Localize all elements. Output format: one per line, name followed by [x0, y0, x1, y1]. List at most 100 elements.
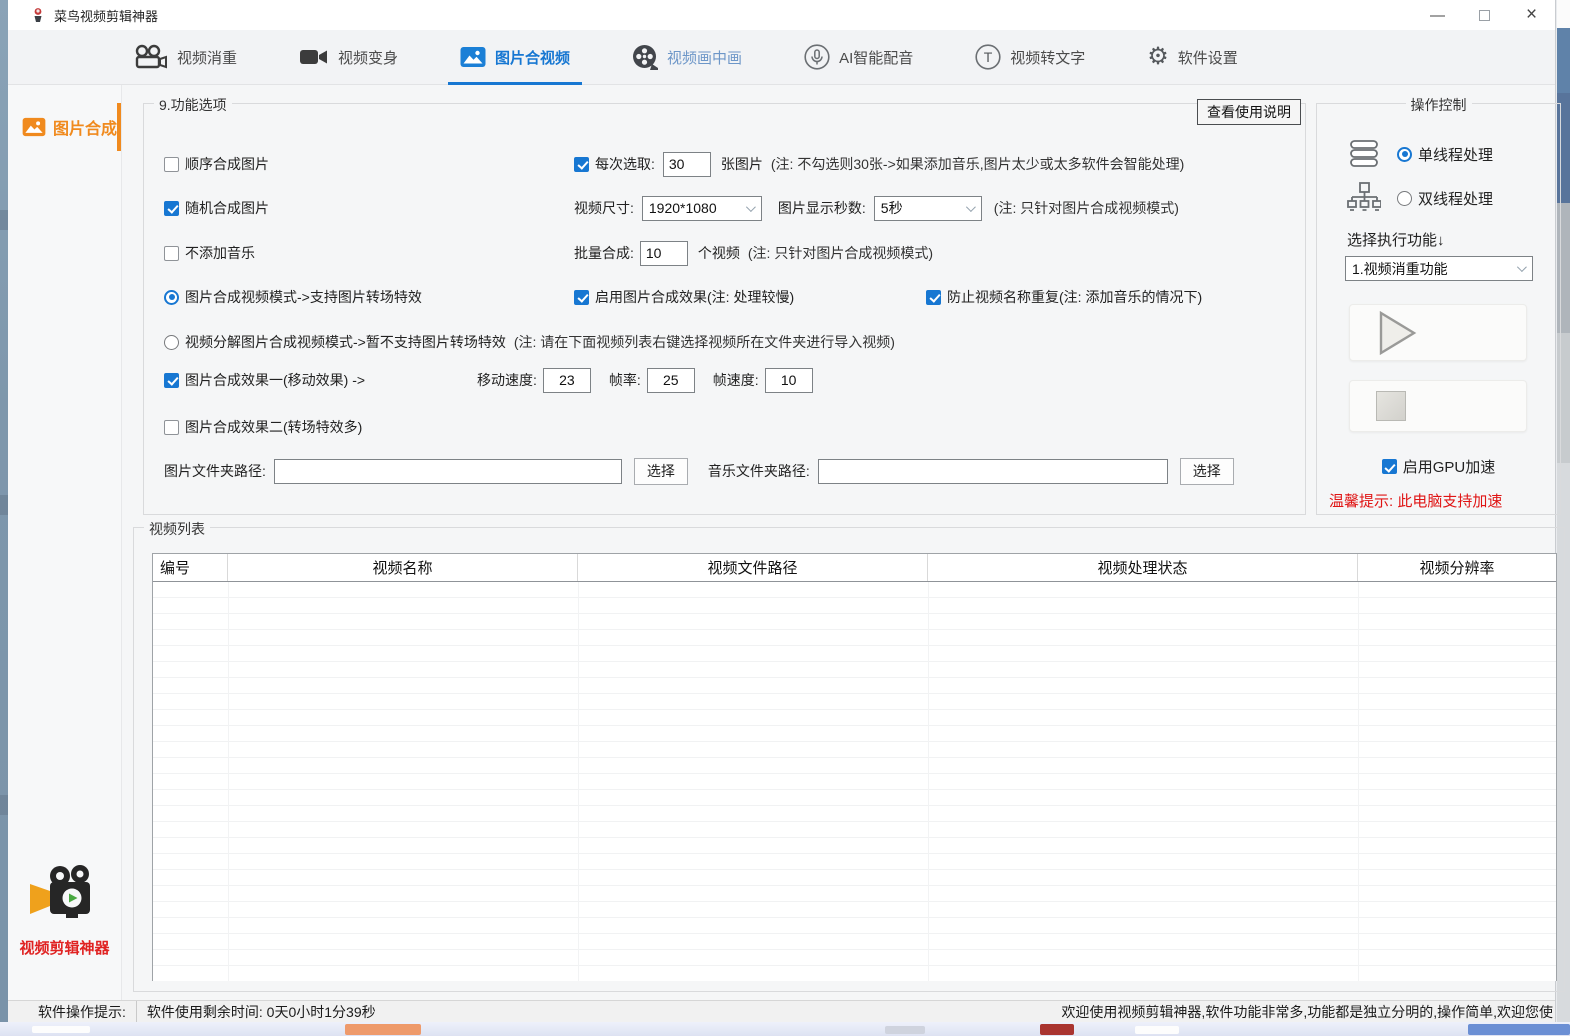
show-seconds-note: (注: 只针对图片合成视频模式) [994, 198, 1179, 218]
music-path-input[interactable] [818, 459, 1168, 484]
tab-ai-dubbing[interactable]: AI智能配音 [792, 30, 925, 84]
function-select-value: 1.视频消重功能 [1352, 259, 1448, 279]
maximize-icon [1479, 10, 1490, 21]
column-divider [928, 582, 929, 981]
img-path-browse-button[interactable]: 选择 [634, 458, 688, 485]
tab-video-transform[interactable]: 视频变身 [287, 30, 410, 84]
video-list-groupbox: 视频列表 编号 视频名称 视频文件路径 视频处理状态 视频分辨率 [133, 527, 1565, 992]
pick-count-suffix: 张图片 [721, 154, 763, 174]
tab-settings[interactable]: ⚙ 软件设置 [1135, 30, 1250, 84]
music-path-browse-button[interactable]: 选择 [1180, 458, 1234, 485]
effect-two-checkbox[interactable] [164, 420, 179, 435]
prevent-dup-label: 防止视频名称重复(注: 添加音乐的情况下) [947, 287, 1202, 307]
control-groupbox: 操作控制 单线程处理 [1316, 103, 1561, 515]
function-select[interactable]: 1.视频消重功能 [1345, 256, 1533, 281]
tab-video-dedup[interactable]: 视频消重 [120, 30, 249, 84]
image-compose-icon [22, 117, 46, 137]
pick-count-checkbox[interactable] [574, 157, 589, 172]
desktop-taskbar-strip [0, 1022, 1570, 1036]
status-welcome-text: 欢迎使用视频剪辑神器,软件功能非常多,功能都是独立分明的,操作简单,欢迎您使 [1061, 1002, 1555, 1022]
chevron-down-icon [966, 202, 976, 212]
text-t-icon: T [975, 44, 1001, 70]
batch-input[interactable] [640, 241, 688, 266]
mode-image-radio[interactable] [164, 290, 179, 305]
frame-rate-input[interactable] [647, 368, 695, 393]
effect-one-checkbox[interactable] [164, 373, 179, 388]
sidebar: 图片合成 视频剪辑神器 [8, 85, 122, 1000]
video-list-header: 编号 视频名称 视频文件路径 视频处理状态 视频分辨率 [153, 554, 1556, 582]
status-time-remaining: 软件使用剩余时间: 0天0小时1分39秒 [137, 1002, 376, 1022]
single-thread-icon [1347, 139, 1381, 169]
tab-video-pip[interactable]: 视频画中画 [620, 30, 754, 84]
app-branding: 视频剪辑神器 [8, 864, 121, 958]
tab-label: 图片合视频 [495, 47, 570, 68]
play-icon [1378, 311, 1418, 355]
seq-compose-checkbox[interactable] [164, 157, 179, 172]
options-groupbox: 9.功能选项 查看使用说明 顺序合成图片 每次选取: 张图片 (注: 不勾选则3… [143, 103, 1306, 515]
stop-button[interactable] [1349, 380, 1527, 432]
gear-icon: ⚙ [1147, 45, 1169, 69]
app-window: 菜鸟视频剪辑神器 — × 视频消重 视频变身 [8, 0, 1556, 1022]
random-compose-label: 随机合成图片 [185, 198, 269, 218]
video-size-select[interactable]: 1920*1080 [642, 196, 762, 221]
batch-label: 批量合成: [574, 243, 634, 263]
frame-speed-label: 帧速度: [713, 370, 759, 390]
view-instructions-button[interactable]: 查看使用说明 [1197, 99, 1301, 125]
single-thread-radio[interactable] [1397, 147, 1412, 162]
show-seconds-value: 5秒 [881, 198, 903, 218]
tab-label: 软件设置 [1178, 47, 1238, 68]
sidebar-item-image-compose[interactable]: 图片合成 [8, 101, 121, 153]
img-path-input[interactable] [274, 459, 622, 484]
gpu-checkbox[interactable] [1382, 459, 1397, 474]
show-seconds-select[interactable]: 5秒 [874, 196, 982, 221]
app-logo-icon [30, 7, 46, 23]
frame-rate-label: 帧率: [609, 370, 641, 390]
maximize-button[interactable] [1461, 0, 1508, 30]
close-button[interactable]: × [1508, 0, 1555, 30]
tab-video-to-text[interactable]: T 视频转文字 [963, 30, 1097, 84]
stop-icon [1376, 391, 1406, 421]
minimize-icon: — [1430, 7, 1445, 24]
mode-image-label: 图片合成视频模式->支持图片转场特效 [185, 287, 422, 307]
single-thread-label: 单线程处理 [1418, 144, 1493, 165]
status-hint-label: 软件操作提示: [8, 1001, 137, 1022]
dual-thread-radio[interactable] [1397, 191, 1412, 206]
active-indicator-bar [117, 103, 121, 151]
prevent-dup-checkbox[interactable] [926, 290, 941, 305]
gpu-label: 启用GPU加速 [1403, 456, 1496, 477]
batch-suffix: 个视频 [698, 243, 740, 263]
batch-note: (注: 只针对图片合成视频模式) [748, 243, 933, 263]
tab-label: AI智能配音 [839, 47, 913, 68]
dual-thread-icon [1347, 182, 1381, 214]
tab-label: 视频消重 [177, 47, 237, 68]
random-compose-checkbox[interactable] [164, 201, 179, 216]
video-list-title: 视频列表 [144, 519, 210, 539]
show-seconds-label: 图片显示秒数: [778, 198, 866, 218]
img-path-label: 图片文件夹路径: [164, 461, 266, 481]
start-button[interactable] [1349, 304, 1527, 361]
no-music-checkbox[interactable] [164, 246, 179, 261]
chevron-down-icon [1517, 262, 1527, 272]
select-function-label: 选择执行功能↓ [1347, 229, 1445, 250]
column-divider [578, 582, 579, 981]
image-icon [460, 46, 486, 68]
content-area: 9.功能选项 查看使用说明 顺序合成图片 每次选取: 张图片 (注: 不勾选则3… [122, 85, 1555, 1000]
video-list-table[interactable]: 编号 视频名称 视频文件路径 视频处理状态 视频分辨率 [152, 553, 1557, 981]
move-speed-input[interactable] [543, 368, 591, 393]
titlebar: 菜鸟视频剪辑神器 — × [8, 0, 1555, 30]
statusbar: 软件操作提示: 软件使用剩余时间: 0天0小时1分39秒 欢迎使用视频剪辑神器,… [8, 1000, 1555, 1022]
camcorder-icon [299, 46, 329, 68]
svg-text:T: T [984, 49, 993, 65]
mode-decompose-radio[interactable] [164, 335, 179, 350]
minimize-button[interactable]: — [1414, 0, 1461, 30]
video-size-value: 1920*1080 [649, 200, 717, 216]
column-header-status: 视频处理状态 [928, 554, 1358, 581]
tab-label: 视频变身 [338, 47, 398, 68]
video-list-body[interactable] [153, 582, 1556, 981]
tab-image-to-video[interactable]: 图片合视频 [448, 30, 582, 84]
frame-speed-input[interactable] [765, 368, 813, 393]
window-title: 菜鸟视频剪辑神器 [54, 6, 158, 25]
pick-count-input[interactable] [663, 152, 711, 177]
sidebar-item-label: 图片合成 [53, 115, 117, 139]
enable-effect-checkbox[interactable] [574, 290, 589, 305]
